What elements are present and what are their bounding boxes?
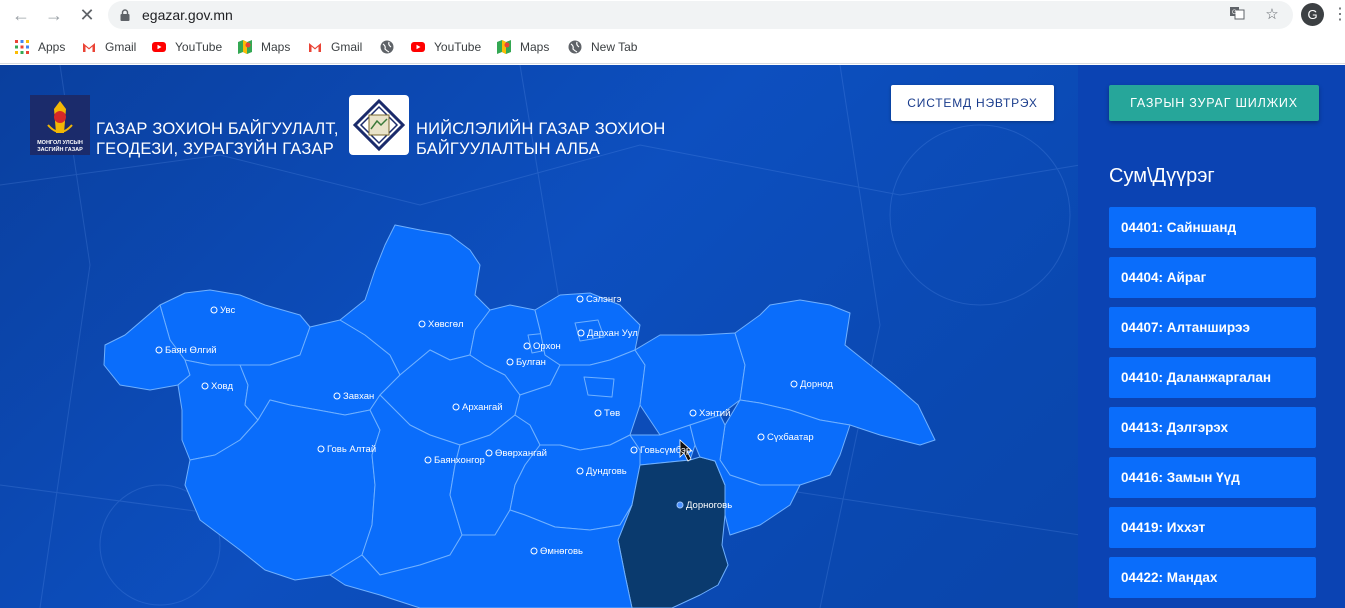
map-label-sukhbaatar[interactable]: Сүхбаатар: [757, 432, 814, 443]
bookmark-gmail[interactable]: Gmail: [308, 38, 362, 56]
svg-text:Дорнод: Дорнод: [800, 379, 833, 390]
svg-text:Сэлэнгэ: Сэлэнгэ: [586, 294, 622, 305]
address-bar[interactable]: egazar.gov.mn G ☆: [108, 1, 1293, 29]
svg-text:Говьсүмбэр: Говьсүмбэр: [640, 445, 691, 456]
map-label-bayan-olgii[interactable]: Баян Өлгий: [155, 345, 217, 356]
svg-text:Орхон: Орхон: [533, 341, 561, 352]
svg-text:Говь Алтай: Говь Алтай: [327, 444, 376, 455]
svg-text:Баянхонгор: Баянхонгор: [434, 455, 485, 466]
switch-map-button[interactable]: ГАЗРЫН ЗУРАГ ШИЛЖИХ: [1109, 85, 1319, 121]
page-content: МОНГОЛ УЛСЫН ЗАСГИЙН ГАЗАР ГАЗАР ЗОХИОН …: [0, 65, 1345, 608]
bookmark-new-tab[interactable]: New Tab: [568, 38, 637, 56]
district-item-ikhkhet[interactable]: 04419: Иххэт: [1109, 507, 1316, 548]
svg-text:Өмнөговь: Өмнөговь: [540, 546, 583, 557]
district-item-delgerekh[interactable]: 04413: Дэлгэрэх: [1109, 407, 1316, 448]
svg-text:Өвөрхангай: Өвөрхангай: [495, 448, 547, 459]
back-arrow-icon[interactable]: ←: [10, 4, 32, 26]
bookmark-gmail[interactable]: Gmail: [82, 38, 136, 56]
district-item-zamyn-uud[interactable]: 04416: Замын Үүд: [1109, 457, 1316, 498]
svg-text:Дорноговь: Дорноговь: [686, 500, 732, 511]
svg-text:Хөвсгөл: Хөвсгөл: [428, 319, 464, 330]
profile-avatar[interactable]: G: [1301, 3, 1324, 26]
bookmarks-bar: Apps Gmail YouTube Maps Gmail YouTube Ma…: [0, 30, 1345, 64]
bookmark-maps[interactable]: Maps: [238, 38, 290, 56]
translate-icon[interactable]: G: [1227, 5, 1247, 25]
forward-arrow-icon[interactable]: →: [43, 4, 65, 26]
youtube-icon: [152, 42, 166, 52]
maps-icon: [238, 40, 252, 54]
youtube-icon: [411, 42, 425, 52]
svg-text:Дархан Уул: Дархан Уул: [587, 328, 638, 339]
district-item-altanshiree[interactable]: 04407: Алтанширээ: [1109, 307, 1316, 348]
svg-text:Дундговь: Дундговь: [586, 466, 627, 477]
svg-text:Төв: Төв: [604, 408, 620, 419]
mongolia-province-map: Увс Баян Өлгий Ховд Завхан Говь Алтай Хө…: [103, 224, 936, 608]
bookmark-label: Gmail: [105, 40, 137, 54]
svg-text:Булган: Булган: [516, 357, 546, 368]
map-label-govisumber[interactable]: Говьсүмбэр: [630, 445, 691, 456]
globe-icon: [380, 40, 394, 54]
bookmark-label: YouTube: [434, 40, 482, 54]
globe-icon: [568, 40, 582, 54]
svg-text:Завхан: Завхан: [343, 391, 374, 402]
bookmark-globe[interactable]: [380, 38, 403, 56]
stop-loading-icon[interactable]: ✕: [76, 4, 98, 26]
bookmark-youtube[interactable]: YouTube: [152, 38, 222, 56]
bookmark-maps[interactable]: Maps: [497, 38, 549, 56]
bookmark-label: Gmail: [331, 40, 363, 54]
gmail-icon: [83, 43, 95, 52]
map-label-govi-altai[interactable]: Говь Алтай: [317, 444, 376, 455]
apps-grid-icon: [15, 40, 29, 54]
bookmark-apps[interactable]: Apps: [15, 38, 65, 56]
district-item-mandakh[interactable]: 04422: Мандах: [1109, 557, 1316, 598]
browser-toolbar: ← → ✕ egazar.gov.mn G ☆ G ⋮: [0, 0, 1345, 30]
svg-text:Увс: Увс: [220, 305, 235, 316]
map-label-bayankhongor[interactable]: Баянхонгор: [424, 455, 485, 466]
bookmark-label: Maps: [261, 40, 291, 54]
maps-icon: [497, 40, 511, 54]
url-text: egazar.gov.mn: [142, 7, 233, 23]
svg-text:Хэнтий: Хэнтий: [699, 408, 730, 419]
lock-icon: [120, 9, 130, 21]
svg-text:G: G: [1232, 10, 1237, 16]
browser-menu-icon[interactable]: ⋮: [1332, 5, 1345, 25]
district-list: 04401: Сайншанд 04404: Айраг 04407: Алта…: [1109, 207, 1316, 607]
svg-text:Архангай: Архангай: [462, 402, 503, 413]
ulaanbaatar-area[interactable]: [583, 376, 615, 398]
bookmark-label: Maps: [520, 40, 550, 54]
district-item-airag[interactable]: 04404: Айраг: [1109, 257, 1316, 298]
district-item-dalanjargalan[interactable]: 04410: Даланжаргалан: [1109, 357, 1316, 398]
svg-text:Баян Өлгий: Баян Өлгий: [165, 345, 217, 356]
map-label-darkhan-uul[interactable]: Дархан Уул: [577, 328, 638, 339]
svg-text:Ховд: Ховд: [211, 381, 233, 392]
bookmark-label: YouTube: [175, 40, 223, 54]
bookmark-youtube[interactable]: YouTube: [411, 38, 481, 56]
district-item-sainshand[interactable]: 04401: Сайншанд: [1109, 207, 1316, 248]
map-label-dornogovi[interactable]: Дорноговь: [676, 500, 732, 511]
bookmark-star-icon[interactable]: ☆: [1262, 5, 1282, 25]
bookmark-label: Apps: [38, 40, 66, 54]
district-list-title: Сум\Дүүрэг: [1109, 165, 1215, 187]
gmail-icon: [309, 43, 321, 52]
svg-text:Сүхбаатар: Сүхбаатар: [767, 432, 814, 443]
bookmark-label: New Tab: [591, 40, 638, 54]
map-label-ovorkhangai[interactable]: Өвөрхангай: [485, 448, 547, 459]
